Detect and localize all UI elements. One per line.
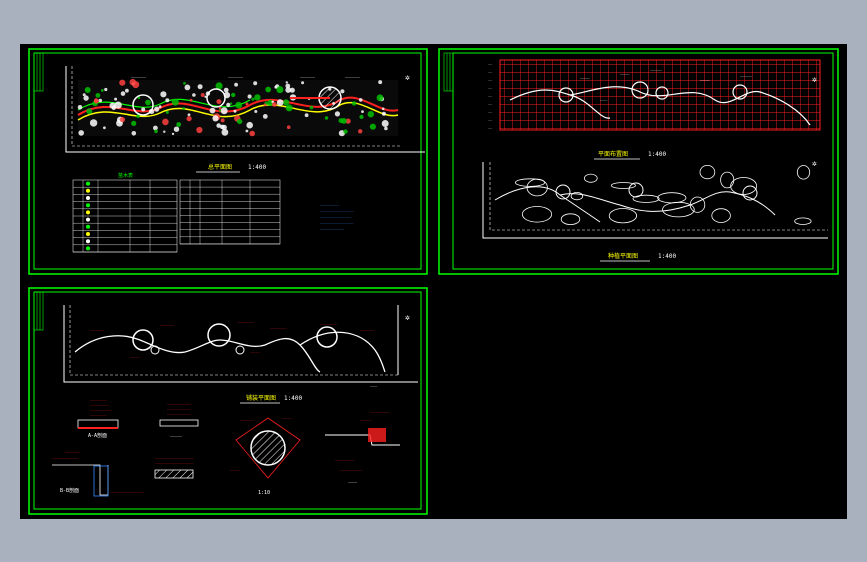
- svg-text:_______: _______: [320, 320, 337, 325]
- svg-text:_____: _____: [300, 72, 316, 78]
- drawing-canvas: _____ _____ _____ _____ ✲ 总平面图 1:400 苗木表…: [28, 48, 839, 515]
- svg-text:________________: ________________: [155, 459, 194, 464]
- detail-label: A-A剖面: [88, 432, 107, 439]
- cad-viewport: _____ _____ _____ _____ ✲ 总平面图 1:400 苗木表…: [0, 0, 867, 562]
- detail-section-2: ______________________________ ____: [159, 400, 199, 437]
- detail-section-5: ______________________________ ___: [325, 408, 400, 483]
- svg-text:_____: _____: [360, 416, 373, 421]
- svg-text:_____: _____: [345, 72, 361, 78]
- svg-text:_____: _____: [740, 72, 753, 77]
- svg-text:_____________: _____________: [320, 213, 352, 218]
- svg-text:__: __: [488, 93, 493, 97]
- svg-text:__: __: [488, 117, 493, 121]
- svg-text:___________: ___________: [52, 454, 79, 459]
- sheet-1-scale: 1:400: [248, 164, 266, 171]
- detail-section-4: ________________________________: [154, 454, 194, 479]
- sheet-2[interactable]: __________________ _____________ _______…: [438, 48, 839, 275]
- svg-text:_____: _____: [228, 72, 244, 78]
- detail-section-1: _______________________________ A-A剖面: [77, 396, 119, 439]
- sheet-3-title: 铺装平面图: [246, 394, 276, 402]
- detail-section-3: _______________________________ B-B剖面: [52, 448, 144, 497]
- design-notes: ________ ______________ _____________ __…: [320, 201, 354, 230]
- grid-axis-labels: __ __ __ __ __ __ __ __ __: [488, 61, 493, 129]
- legend-rows: [73, 180, 280, 253]
- svg-text:____: ____: [620, 70, 630, 75]
- svg-text:__________: __________: [167, 410, 192, 415]
- legend-heading: 苗木表: [118, 172, 133, 179]
- svg-text:_____: _____: [131, 72, 147, 78]
- sheet-3-border: [28, 287, 428, 515]
- svg-text:______: ______: [160, 321, 175, 326]
- north-arrow-icon: ✲: [405, 313, 410, 322]
- sheet-1[interactable]: _____ _____ _____ _____ ✲ 总平面图 1:400 苗木表…: [28, 48, 428, 275]
- svg-text:____: ____: [170, 431, 183, 437]
- svg-text:______: ______: [360, 326, 375, 331]
- svg-text:________: ________: [370, 408, 390, 413]
- svg-text:___: ___: [600, 96, 608, 101]
- svg-text:____: ____: [250, 348, 260, 353]
- sheet-2-scale: 1:400: [648, 151, 666, 158]
- svg-text:________: ________: [335, 456, 355, 461]
- svg-text:________: ________: [320, 201, 340, 206]
- svg-text:______________: ______________: [320, 219, 354, 224]
- svg-text:__: __: [488, 125, 493, 129]
- svg-text:_______: _______: [90, 411, 107, 416]
- sheet-2-scale-2: 1:400: [658, 253, 676, 260]
- sheet-1-title: 总平面图: [208, 163, 232, 171]
- svg-text:______: ______: [65, 448, 80, 453]
- svg-text:_____: _____: [650, 66, 663, 71]
- sheet-2-title: 平面布置图: [598, 150, 628, 158]
- north-arrow-icon: ✲: [405, 73, 410, 82]
- sheet-3-scale: 1:400: [284, 395, 302, 402]
- svg-text:__: __: [488, 109, 493, 113]
- svg-text:___: ___: [370, 382, 378, 387]
- north-arrow-icon: ✲: [812, 75, 817, 84]
- svg-text:____: ____: [130, 353, 140, 358]
- svg-text:✲: ✲: [812, 159, 817, 168]
- svg-text:_______: _______: [237, 318, 254, 323]
- svg-text:__________: __________: [320, 225, 345, 230]
- svg-text:__: __: [488, 69, 493, 73]
- svg-text:____: ____: [230, 466, 240, 471]
- svg-text:B-B剖面: B-B剖面: [60, 487, 79, 494]
- svg-text:__: __: [488, 101, 493, 105]
- svg-text:_________: _________: [340, 466, 362, 471]
- svg-text:__: __: [488, 77, 493, 81]
- svg-text:___: ___: [348, 477, 358, 483]
- svg-text:____: ____: [282, 414, 292, 419]
- sheet-3[interactable]: ___________________ ____________________…: [28, 287, 428, 515]
- svg-text:_______: _______: [270, 324, 287, 329]
- svg-text:______________: ______________: [110, 488, 144, 493]
- svg-text:______________: ______________: [320, 207, 354, 212]
- svg-text:____: ____: [580, 74, 590, 79]
- detail-circle-plan: ______ ________ 1:10: [230, 414, 301, 496]
- sheet-2-title-2: 种植平面图: [608, 252, 638, 260]
- svg-text:____: ____: [700, 76, 710, 81]
- svg-text:__: __: [488, 85, 493, 89]
- sheet-1-titleblock-strip: [33, 52, 44, 92]
- svg-text:______: ______: [240, 416, 255, 421]
- svg-text:______: ______: [90, 326, 105, 331]
- svg-text:__: __: [488, 61, 493, 65]
- svg-text:1:10: 1:10: [258, 490, 270, 496]
